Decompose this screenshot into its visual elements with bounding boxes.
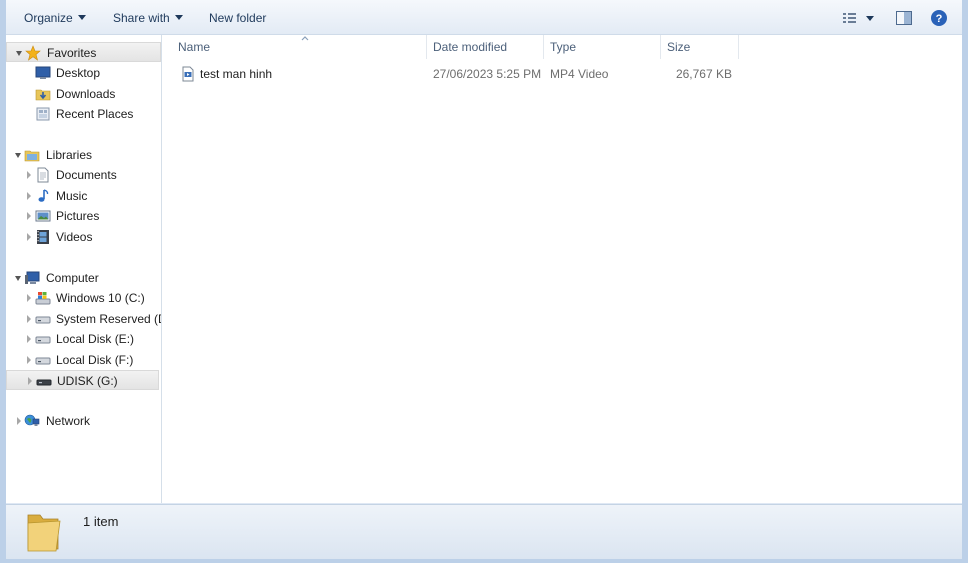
share-with-button[interactable]: Share with <box>113 9 183 27</box>
new-folder-button[interactable]: New folder <box>209 9 266 27</box>
documents-icon <box>37 167 49 183</box>
desktop-icon <box>35 66 51 79</box>
organize-label: Organize <box>24 11 73 25</box>
expand-closed-icon[interactable] <box>27 356 31 364</box>
column-header-label: Date modified <box>433 40 508 54</box>
nav-item-drive-d[interactable]: System Reserved (D: <box>6 309 161 329</box>
folder-icon <box>27 514 61 552</box>
table-row[interactable]: test man hinh 27/06/2023 5:25 PM MP4 Vid… <box>162 63 742 85</box>
view-options-icon <box>843 13 874 23</box>
expand-open-icon[interactable] <box>15 276 21 281</box>
nav-libraries[interactable]: Libraries <box>6 145 161 165</box>
chevron-down-icon <box>174 15 183 20</box>
expand-closed-icon[interactable] <box>27 315 31 323</box>
expand-closed-icon[interactable] <box>27 294 31 302</box>
recent-places-icon <box>36 107 50 121</box>
nav-item-label: UDISK (G:) <box>57 374 118 388</box>
file-size: 26,767 KB <box>675 67 732 81</box>
pictures-icon <box>35 210 51 222</box>
nav-item-videos[interactable]: Videos <box>6 227 161 247</box>
nav-item-label: System Reserved (D: <box>56 312 162 326</box>
windows-drive-icon <box>35 292 51 305</box>
nav-item-drive-c[interactable]: Windows 10 (C:) <box>6 288 161 308</box>
explorer-window: Organize Share with New folder ? Favorit… <box>6 0 962 559</box>
nav-item-drive-e[interactable]: Local Disk (E:) <box>6 329 161 349</box>
column-header-label: Size <box>667 40 691 54</box>
column-header-name[interactable]: Name <box>172 35 427 59</box>
nav-item-drive-f[interactable]: Local Disk (F:) <box>6 350 161 370</box>
chevron-down-icon <box>77 15 86 20</box>
file-type: MP4 Video <box>550 67 609 81</box>
nav-item-label: Desktop <box>56 66 101 80</box>
nav-item-label: Downloads <box>56 87 116 101</box>
file-date-modified: 27/06/2023 5:25 PM <box>433 67 542 81</box>
nav-computer[interactable]: Computer <box>6 268 161 288</box>
nav-item-label: Local Disk (F:) <box>56 353 134 367</box>
nav-item-label: Windows 10 (C:) <box>56 291 145 305</box>
nav-item-label: Videos <box>56 230 93 244</box>
command-bar: Organize Share with New folder ? <box>6 0 962 35</box>
computer-icon <box>25 271 40 284</box>
help-button[interactable]: ? <box>930 9 948 27</box>
nav-item-drive-g[interactable]: UDISK (G:) <box>6 370 159 390</box>
expand-open-icon[interactable] <box>16 51 22 56</box>
nav-item-documents[interactable]: Documents <box>6 165 161 185</box>
hard-drive-icon <box>35 357 51 365</box>
expand-closed-icon[interactable] <box>28 377 32 385</box>
network-icon <box>24 414 40 426</box>
file-list: Name Date modified Type Size test man hi… <box>162 35 962 503</box>
preview-pane-button[interactable] <box>895 9 913 27</box>
nav-computer-label: Computer <box>46 271 99 285</box>
expand-closed-icon[interactable] <box>27 335 31 343</box>
sort-ascending-icon <box>301 36 309 41</box>
details-pane: 1 item <box>6 504 962 559</box>
column-header-type[interactable]: Type <box>544 35 661 59</box>
new-folder-label: New folder <box>209 11 267 25</box>
svg-text:?: ? <box>936 13 943 25</box>
nav-item-music[interactable]: Music <box>6 186 161 206</box>
nav-item-label: Documents <box>56 168 117 182</box>
hard-drive-icon <box>35 336 51 344</box>
column-header-label: Type <box>550 40 577 54</box>
help-icon: ? <box>931 10 947 26</box>
expand-closed-icon[interactable] <box>27 212 31 220</box>
nav-favorites-label: Favorites <box>47 46 97 60</box>
nav-item-label: Local Disk (E:) <box>56 332 135 346</box>
expand-closed-icon[interactable] <box>27 233 31 241</box>
column-header-size[interactable]: Size <box>661 35 739 59</box>
file-name: test man hinh <box>200 67 273 81</box>
nav-item-label: Recent Places <box>56 107 134 121</box>
hard-drive-icon <box>35 316 51 324</box>
item-count: 1 item <box>83 514 119 529</box>
nav-favorites[interactable]: Favorites <box>6 42 161 62</box>
column-header-date-modified[interactable]: Date modified <box>427 35 544 59</box>
nav-item-label: Pictures <box>56 209 100 223</box>
navigation-pane: Favorites Desktop Downloads Recent Place… <box>6 35 162 503</box>
nav-libraries-label: Libraries <box>46 148 93 162</box>
expand-closed-icon[interactable] <box>27 171 31 179</box>
nav-network[interactable]: Network <box>6 411 161 431</box>
nav-item-pictures[interactable]: Pictures <box>6 206 161 226</box>
column-header-label: Name <box>178 40 211 54</box>
nav-item-label: Music <box>56 189 88 203</box>
nav-network-label: Network <box>46 414 91 428</box>
nav-item-downloads[interactable]: Downloads <box>6 84 161 104</box>
expand-closed-icon[interactable] <box>27 192 31 200</box>
video-file-icon <box>182 66 194 82</box>
expand-closed-icon[interactable] <box>17 417 21 425</box>
usb-drive-icon <box>36 379 52 386</box>
expand-open-icon[interactable] <box>15 153 21 158</box>
share-with-label: Share with <box>113 11 170 25</box>
nav-item-desktop[interactable]: Desktop <box>6 63 161 83</box>
preview-pane-icon <box>896 11 912 25</box>
organize-button[interactable]: Organize <box>24 9 86 27</box>
music-note-icon <box>38 189 49 202</box>
nav-item-recent-places[interactable]: Recent Places <box>6 104 161 124</box>
downloads-folder-icon <box>35 89 51 101</box>
libraries-icon <box>24 150 40 162</box>
video-film-icon <box>37 230 49 244</box>
star-icon <box>25 45 41 61</box>
change-view-button[interactable] <box>842 9 882 27</box>
